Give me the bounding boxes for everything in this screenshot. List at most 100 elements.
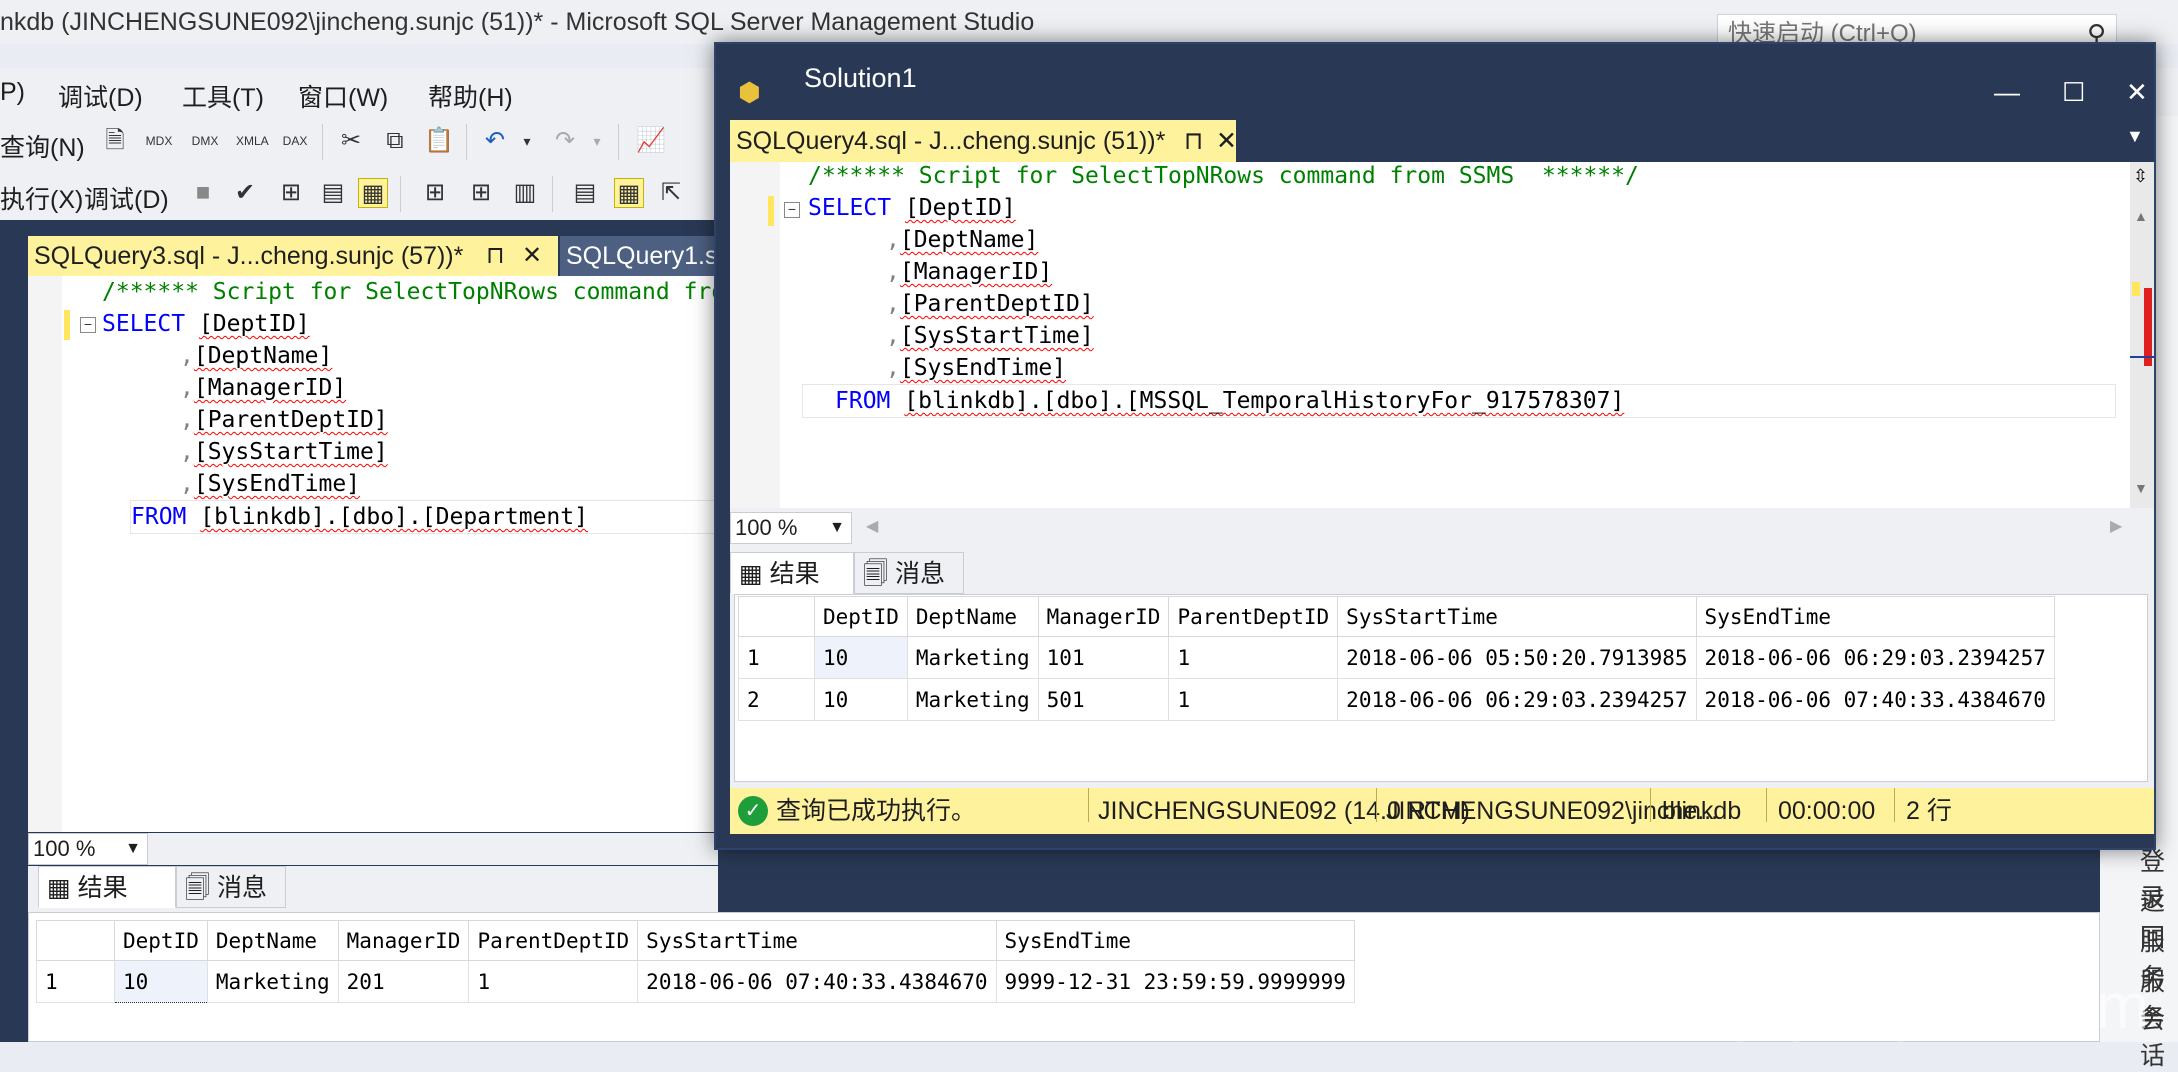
redo-icon[interactable]: ↷ bbox=[550, 126, 580, 156]
row-number[interactable]: 1 bbox=[36, 960, 115, 1003]
tab-list-dropdown-icon[interactable]: ▼ bbox=[2126, 126, 2144, 147]
floating-window-titlebar[interactable]: ⬢ Solution1 — ☐ ✕ bbox=[716, 44, 2154, 112]
results-grid-floating[interactable]: DeptID DeptName ManagerID ParentDeptID S… bbox=[738, 596, 2055, 721]
estimated-plan-icon[interactable]: ⊞ bbox=[276, 178, 306, 208]
debug-button[interactable]: 调试(D) bbox=[84, 180, 169, 216]
grid-cell[interactable]: 101 bbox=[1037, 636, 1170, 679]
grid-cell[interactable]: 501 bbox=[1037, 678, 1170, 721]
maximize-icon[interactable]: ☐ bbox=[2062, 58, 2085, 126]
menu-item-help[interactable]: 帮助(H) bbox=[428, 78, 513, 114]
menu-item-debug[interactable]: 调试(D) bbox=[58, 78, 143, 114]
pin-icon[interactable]: ⊓ bbox=[486, 236, 505, 276]
client-stats-icon[interactable]: ⊞ bbox=[466, 178, 496, 208]
column-header[interactable]: DeptID bbox=[114, 920, 208, 961]
grid-cell[interactable]: 2018-06-06 07:40:33.4384670 bbox=[1695, 678, 2055, 721]
grid-cell[interactable]: 2018-06-06 07:40:33.4384670 bbox=[637, 960, 997, 1003]
scroll-left-icon[interactable]: ◀ bbox=[866, 516, 878, 536]
grid-icon: ▦ bbox=[739, 560, 763, 588]
mdx-query-icon[interactable]: MDX bbox=[144, 126, 174, 156]
xmla-query-icon[interactable]: XMLA bbox=[236, 126, 269, 156]
tab-sqlquery4[interactable]: SQLQuery4.sql - J...cheng.sunjc (51))* ⊓… bbox=[730, 120, 1237, 162]
tab-results[interactable]: ▦ 结果 bbox=[730, 552, 854, 594]
column-header[interactable]: DeptName bbox=[206, 920, 339, 961]
paste-icon[interactable]: 📋 bbox=[424, 126, 454, 156]
grid-cell[interactable]: 2018-06-06 06:29:03.2394257 bbox=[1695, 636, 2055, 679]
menu-item-window[interactable]: 窗口(W) bbox=[298, 78, 388, 114]
cut-icon[interactable]: ✂ bbox=[336, 126, 366, 156]
column-header[interactable]: SysStartTime bbox=[637, 920, 997, 961]
status-separator bbox=[1894, 788, 1895, 822]
grid-results-icon[interactable]: ▦ bbox=[614, 178, 644, 208]
parse-check-icon[interactable]: ✔ bbox=[230, 178, 260, 208]
column-header[interactable]: DeptName bbox=[906, 596, 1039, 637]
grid-cell[interactable]: 201 bbox=[337, 960, 470, 1003]
query-options-icon[interactable]: ▤ bbox=[318, 178, 348, 208]
vertical-scrollbar[interactable]: ⇳ ▲ ▼ bbox=[2130, 162, 2154, 508]
execute-button[interactable]: 执行(X) bbox=[0, 180, 83, 216]
column-header[interactable]: SysEndTime bbox=[1695, 596, 2055, 637]
results-to-text-icon[interactable]: ▥ bbox=[510, 178, 540, 208]
new-query-icon[interactable]: 🗎 bbox=[100, 126, 130, 156]
row-number[interactable]: 1 bbox=[738, 636, 815, 679]
redo-dropdown-icon[interactable]: ▾ bbox=[582, 126, 612, 156]
grid-cell[interactable]: Marketing bbox=[906, 636, 1039, 679]
menu-item-tools[interactable]: 工具(T) bbox=[182, 78, 264, 114]
column-header[interactable]: DeptID bbox=[814, 596, 908, 637]
grid-cell[interactable]: 9999-12-31 23:59:59.9999999 bbox=[995, 960, 1355, 1003]
undo-dropdown-icon[interactable]: ▾ bbox=[512, 126, 542, 156]
grid-cell[interactable]: 10 bbox=[814, 678, 908, 721]
grid-cell[interactable]: Marketing bbox=[206, 960, 339, 1003]
zoom-dropdown[interactable]: 100 % ▼ bbox=[730, 512, 852, 544]
chevron-down-icon[interactable]: ▼ bbox=[125, 834, 141, 864]
grid-cell[interactable]: 2018-06-06 05:50:20.7913985 bbox=[1337, 636, 1697, 679]
grid-cell[interactable]: 10 bbox=[114, 960, 208, 1003]
results-grid[interactable]: DeptID DeptName ManagerID ParentDeptID S… bbox=[36, 920, 1355, 1003]
tab-messages[interactable]: 🗐 消息 bbox=[176, 866, 286, 908]
table-row[interactable]: 1 10 Marketing 201 1 2018-06-06 07:40:33… bbox=[36, 960, 1355, 1003]
dax-query-icon[interactable]: DAX bbox=[280, 126, 310, 156]
column-header[interactable]: ParentDeptID bbox=[1168, 596, 1339, 637]
results-to-file-icon[interactable]: ▤ bbox=[570, 178, 600, 208]
table-row[interactable]: 1 10 Marketing 101 1 2018-06-06 05:50:20… bbox=[738, 636, 2055, 679]
horizontal-scrollbar[interactable] bbox=[148, 833, 718, 865]
collapse-icon[interactable]: − bbox=[784, 202, 800, 218]
collapse-icon[interactable]: − bbox=[80, 317, 96, 333]
zoom-dropdown[interactable]: 100 % ▼ bbox=[28, 833, 148, 865]
comment-lines-icon[interactable]: ⇱ bbox=[656, 178, 686, 208]
scroll-up-icon[interactable]: ▲ bbox=[2134, 208, 2148, 224]
grid-cell[interactable]: 1 bbox=[468, 960, 639, 1003]
scroll-right-icon[interactable]: ▶ bbox=[2110, 516, 2122, 536]
minimize-icon[interactable]: — bbox=[1994, 58, 2020, 126]
close-tab-icon[interactable]: ✕ bbox=[1216, 120, 1237, 162]
results-to-grid-icon[interactable]: ▦ bbox=[358, 178, 388, 208]
tab-messages[interactable]: 🗐 消息 bbox=[854, 552, 964, 594]
row-number[interactable]: 2 bbox=[738, 678, 815, 721]
grid-cell[interactable]: 10 bbox=[814, 636, 908, 679]
menu-item-partial[interactable]: P) bbox=[0, 78, 25, 107]
close-window-icon[interactable]: ✕ bbox=[2126, 58, 2148, 126]
table-row[interactable]: 2 10 Marketing 501 1 2018-06-06 06:29:03… bbox=[738, 678, 2055, 721]
scroll-down-icon[interactable]: ▼ bbox=[2134, 480, 2148, 496]
activity-monitor-icon[interactable]: 📈 bbox=[636, 126, 666, 156]
close-tab-icon[interactable]: ✕ bbox=[522, 236, 542, 276]
column-header[interactable]: ParentDeptID bbox=[468, 920, 639, 961]
grid-cell[interactable]: 1 bbox=[1168, 636, 1339, 679]
dmx-query-icon[interactable]: DMX bbox=[190, 126, 220, 156]
tab-results[interactable]: ▦ 结果 bbox=[38, 866, 176, 908]
split-icon[interactable]: ⇳ bbox=[2133, 166, 2148, 187]
chevron-down-icon[interactable]: ▼ bbox=[829, 513, 845, 543]
query-menu-button[interactable]: 查询(N) bbox=[0, 128, 85, 164]
pin-icon[interactable]: ⊓ bbox=[1184, 120, 1204, 162]
grid-cell[interactable]: Marketing bbox=[906, 678, 1039, 721]
column-header[interactable]: SysEndTime bbox=[995, 920, 1355, 961]
column-header[interactable]: ManagerID bbox=[1037, 596, 1170, 637]
undo-icon[interactable]: ↶ bbox=[480, 126, 510, 156]
column-header[interactable]: ManagerID bbox=[337, 920, 470, 961]
stop-icon[interactable]: ■ bbox=[188, 178, 218, 208]
tab-sqlquery3[interactable]: SQLQuery3.sql - J...cheng.sunjc (57))* ⊓… bbox=[28, 236, 558, 276]
grid-cell[interactable]: 2018-06-06 06:29:03.2394257 bbox=[1337, 678, 1697, 721]
column-header[interactable]: SysStartTime bbox=[1337, 596, 1697, 637]
copy-icon[interactable]: ⧉ bbox=[380, 126, 410, 156]
include-plan-icon[interactable]: ⊞ bbox=[420, 178, 450, 208]
grid-cell[interactable]: 1 bbox=[1168, 678, 1339, 721]
